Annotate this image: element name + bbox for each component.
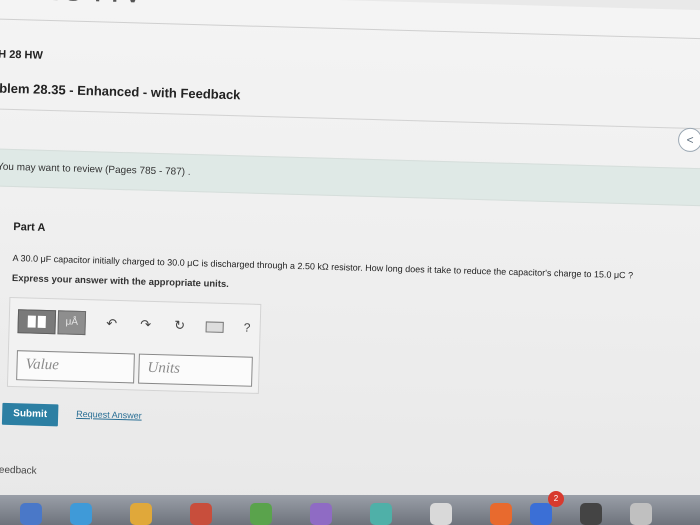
top-title: LUTIV <box>40 0 147 12</box>
finder-icon[interactable] <box>20 503 42 525</box>
templates-button[interactable] <box>17 309 57 335</box>
mastering-physics-page: LUTIV H 28 HW oblem 28.35 - Enhanced - w… <box>0 0 700 525</box>
problem-title: oblem 28.35 - Enhanced - with Feedback <box>0 80 241 103</box>
undo-icon[interactable]: ↶ <box>104 316 120 332</box>
answer-entry-panel: μÅ ↶ ↷ ↻ ? Value Units <box>6 296 262 394</box>
app-icon[interactable] <box>310 503 332 525</box>
app-icon[interactable] <box>250 503 272 525</box>
units-input[interactable]: Units <box>138 353 253 387</box>
review-banner: You may want to review (Pages 785 - 787)… <box>0 147 700 208</box>
help-icon[interactable]: ? <box>243 320 250 334</box>
provide-feedback-link[interactable]: ide Feedback <box>0 464 37 477</box>
template-block-icon <box>27 315 36 328</box>
app-store-icon[interactable] <box>530 503 552 525</box>
redo-icon[interactable]: ↷ <box>137 317 153 333</box>
app-icon[interactable] <box>430 503 452 525</box>
notification-badge: 2 <box>548 491 564 507</box>
title-divider <box>0 107 700 131</box>
units-button[interactable]: μÅ <box>57 310 87 336</box>
submit-button[interactable]: Submit <box>1 402 59 427</box>
keyboard-icon[interactable] <box>205 320 224 333</box>
app-icon[interactable] <box>130 503 152 525</box>
reset-icon[interactable]: ↻ <box>171 317 187 333</box>
os-dock: 2 <box>0 491 700 525</box>
answer-toolbar: μÅ ↶ ↷ ↻ ? <box>17 308 251 340</box>
part-a-label[interactable]: Part A <box>13 221 45 234</box>
request-answer-link[interactable]: Request Answer <box>76 409 142 421</box>
app-icon[interactable] <box>370 503 392 525</box>
part-collapse-icon[interactable]: ▼ <box>0 222 1 231</box>
answer-instruction: Express your answer with the appropriate… <box>11 273 230 291</box>
value-input[interactable]: Value <box>16 350 135 384</box>
app-icon[interactable] <box>490 503 512 525</box>
app-icon[interactable] <box>70 503 92 525</box>
template-block-icon <box>37 315 46 328</box>
course-breadcrumb[interactable]: H 28 HW <box>0 49 43 62</box>
collapse-panel-button[interactable]: < <box>677 127 700 153</box>
app-icon[interactable] <box>580 503 602 525</box>
review-pages-text[interactable]: You may want to review (Pages 785 - 787)… <box>0 162 191 178</box>
top-divider <box>0 17 700 41</box>
app-icon[interactable] <box>190 503 212 525</box>
app-icon[interactable] <box>630 503 652 525</box>
